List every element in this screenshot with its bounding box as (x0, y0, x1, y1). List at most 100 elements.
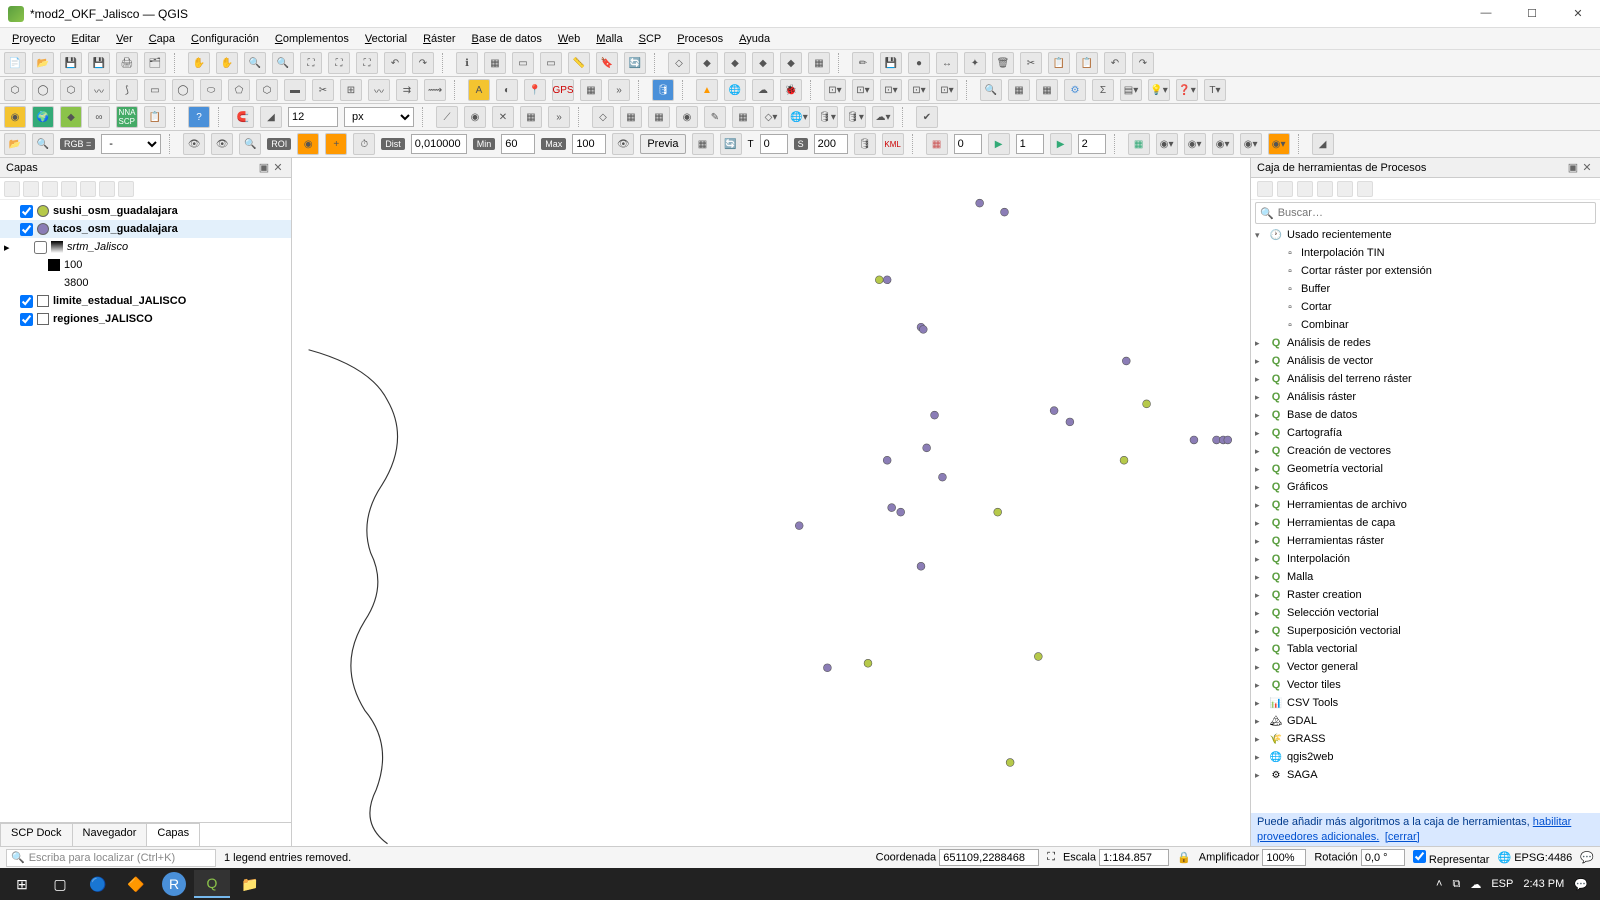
n2-input[interactable] (1078, 134, 1106, 154)
proc-recent-group[interactable]: ▾🕐Usado recientemente (1251, 226, 1600, 244)
vec9-icon[interactable]: 🛢▾ (816, 106, 838, 128)
vec2-icon[interactable]: ▦ (620, 106, 642, 128)
fill-icon[interactable]: ▬ (284, 79, 306, 101)
vec11-icon[interactable]: ☁▾ (872, 106, 894, 128)
a2-icon[interactable]: 👁 (211, 133, 233, 155)
processing-search[interactable]: 🔍 (1255, 202, 1596, 224)
grid3-icon[interactable]: ▦ (692, 133, 714, 155)
identify-results-icon[interactable]: 🔍 (980, 79, 1002, 101)
vec10-icon[interactable]: 🛢▾ (844, 106, 866, 128)
layer-row[interactable]: sushi_osm_guadalajara (0, 202, 291, 220)
lock-scale-icon[interactable]: 🔒 (1177, 851, 1191, 864)
paste-icon[interactable]: 📋 (1076, 52, 1098, 74)
menu-scp[interactable]: SCP (633, 31, 668, 47)
coord-input[interactable] (939, 849, 1039, 866)
b4-icon[interactable]: ◉▾ (1212, 133, 1234, 155)
menu-web[interactable]: Web (552, 31, 586, 47)
proc-options-icon[interactable] (1357, 181, 1373, 197)
proc-group[interactable]: ▸QHerramientas ráster (1251, 532, 1600, 550)
temp-layer-icon[interactable]: ◆ (752, 52, 774, 74)
scale-input[interactable] (1099, 849, 1169, 866)
proc-group[interactable]: ▸QGráficos (1251, 478, 1600, 496)
proc-group[interactable]: ▸QMalla (1251, 568, 1600, 586)
map-point-sushi[interactable] (864, 659, 872, 667)
rot-input[interactable] (1361, 849, 1405, 866)
overflow2-icon[interactable]: » (548, 106, 570, 128)
proc-model-icon[interactable] (1257, 181, 1273, 197)
proc-algorithm[interactable]: ▫Buffer (1251, 280, 1600, 298)
proc-group[interactable]: ▸🏔GDAL (1251, 712, 1600, 730)
map-point-tacos[interactable] (1224, 436, 1232, 444)
close-button[interactable]: ✕ (1564, 7, 1592, 20)
path-icon[interactable]: 〰 (88, 79, 110, 101)
map-point-tacos[interactable] (1001, 208, 1009, 216)
menu-editar[interactable]: Editar (65, 31, 106, 47)
map-point-sushi[interactable] (994, 508, 1002, 516)
deselect-icon[interactable]: ▭ (540, 52, 562, 74)
processing-tree[interactable]: ▾🕐Usado recientemente▫Interpolación TIN▫… (1251, 226, 1600, 813)
crs-button[interactable]: 🌐 EPSG:4486 (1497, 851, 1572, 864)
pan-icon[interactable]: ✋ (188, 52, 210, 74)
shape-icon[interactable]: ◯ (32, 79, 54, 101)
map-point-tacos[interactable] (897, 508, 905, 516)
grid-icon[interactable]: ▦ (580, 79, 602, 101)
grid2-icon[interactable]: ▦ (520, 106, 542, 128)
grid4-icon[interactable]: ▦ (926, 133, 948, 155)
spatialite-icon[interactable]: ◆ (724, 52, 746, 74)
layer-filter-icon[interactable] (42, 181, 58, 197)
menu-malla[interactable]: Malla (590, 31, 628, 47)
step2-icon[interactable]: ▶ (1050, 133, 1072, 155)
doc-icon[interactable]: 📋 (144, 106, 166, 128)
map-point-tacos[interactable] (1066, 418, 1074, 426)
proc-results-icon[interactable] (1317, 181, 1333, 197)
add-feature-icon[interactable]: ● (908, 52, 930, 74)
zoom2-icon[interactable]: 🔍 (32, 133, 54, 155)
menu-ráster[interactable]: Ráster (417, 31, 461, 47)
tray-dropbox-icon[interactable]: ⧉ (1452, 878, 1460, 891)
max-input[interactable] (572, 134, 606, 154)
proc-group[interactable]: ▸QAnálisis de vector (1251, 352, 1600, 370)
mag-input[interactable] (1262, 849, 1306, 866)
diagram-icon[interactable]: ◐ (496, 79, 518, 101)
zoom-last-icon[interactable]: ↶ (384, 52, 406, 74)
n0-input[interactable] (954, 134, 982, 154)
rgb-select[interactable]: - (101, 134, 161, 154)
map-point-tacos[interactable] (931, 411, 939, 419)
proc-group[interactable]: ▸QHerramientas de archivo (1251, 496, 1600, 514)
snap-config-icon[interactable]: ⊡▾ (852, 79, 874, 101)
map-point-tacos[interactable] (795, 522, 803, 530)
text-icon[interactable]: T▾ (1204, 79, 1226, 101)
vec3-icon[interactable]: ▦ (648, 106, 670, 128)
proc-undock-icon[interactable]: ▣ (1566, 161, 1580, 174)
pin-icon[interactable]: 📍 (524, 79, 546, 101)
vec5-icon[interactable]: ✎ (704, 106, 726, 128)
stats-icon[interactable]: ▦ (1036, 79, 1058, 101)
layer-row[interactable]: ▸srtm_Jalisco (0, 238, 291, 256)
tab-navegador[interactable]: Navegador (72, 823, 148, 846)
polygon-icon[interactable]: ⬠ (228, 79, 250, 101)
tab-scp-dock[interactable]: SCP Dock (0, 823, 73, 846)
proc-group[interactable]: ▸QBase de datos (1251, 406, 1600, 424)
layers-tree[interactable]: sushi_osm_guadalajaratacos_osm_guadalaja… (0, 200, 291, 822)
bookmark-icon[interactable]: 🔖 (596, 52, 618, 74)
proc-algorithm[interactable]: ▫Combinar (1251, 316, 1600, 334)
b5-icon[interactable]: ◉▾ (1240, 133, 1262, 155)
layer-expr-icon[interactable] (61, 181, 77, 197)
menu-proyecto[interactable]: Proyecto (6, 31, 61, 47)
measure-icon[interactable]: 📏 (568, 52, 590, 74)
vec8-icon[interactable]: 🌐▾ (788, 106, 810, 128)
map-point-tacos[interactable] (1190, 436, 1198, 444)
proc-group[interactable]: ▸QAnálisis ráster (1251, 388, 1600, 406)
menu-ver[interactable]: Ver (110, 31, 139, 47)
save-as-icon[interactable]: 💾 (88, 52, 110, 74)
digitize-icon[interactable]: ⬡ (4, 79, 26, 101)
print-layout-icon[interactable]: 🖨 (116, 52, 138, 74)
curve-icon[interactable]: ⟆ (116, 79, 138, 101)
avoid-icon[interactable]: ⊡▾ (908, 79, 930, 101)
regular-icon[interactable]: ⬡ (256, 79, 278, 101)
delete-icon[interactable]: 🗑 (992, 52, 1014, 74)
layout-manager-icon[interactable]: 🗂 (144, 52, 166, 74)
locator[interactable]: 🔍 Escriba para localizar (Ctrl+K) (6, 849, 216, 867)
start-button[interactable]: ⊞ (4, 870, 40, 898)
render-toggle[interactable]: Representar (1413, 850, 1490, 866)
